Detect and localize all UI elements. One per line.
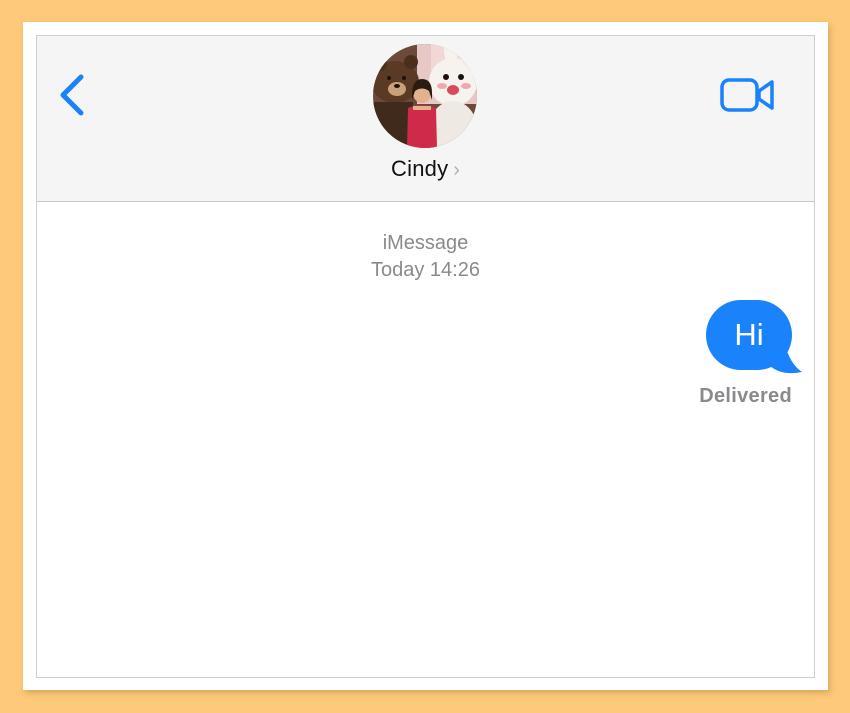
chevron-right-icon: › xyxy=(453,159,460,181)
conversation-timestamp: iMessage Today 14:26 xyxy=(37,230,814,284)
video-camera-icon xyxy=(720,78,774,112)
delivery-status: Delivered xyxy=(699,385,792,407)
outgoing-message-bubble[interactable]: Hi xyxy=(706,300,806,378)
conversation-header: Cindy › xyxy=(37,36,814,202)
message-text: Hi xyxy=(734,317,764,352)
timestamp-label: Today 14:26 xyxy=(371,259,480,281)
chevron-left-icon xyxy=(60,74,84,116)
service-label: iMessage xyxy=(382,232,469,254)
back-button[interactable] xyxy=(55,72,91,118)
messages-screen: Cindy › iMessage Today 14:26 Hi Delivered xyxy=(36,35,815,678)
contact-name: Cindy xyxy=(391,156,449,181)
screenshot-frame: Cindy › iMessage Today 14:26 Hi Delivered xyxy=(23,22,828,690)
contact-name-button[interactable]: Cindy › xyxy=(37,156,814,182)
avatar[interactable] xyxy=(373,44,477,148)
avatar-photo xyxy=(373,44,477,148)
facetime-video-button[interactable] xyxy=(719,76,777,116)
